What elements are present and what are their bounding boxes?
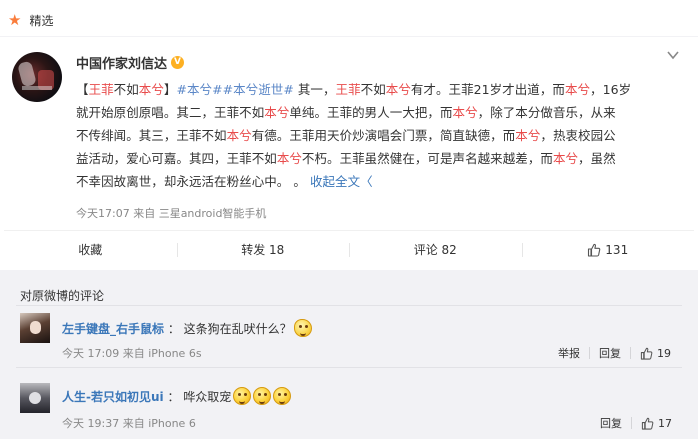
post-text-segment: 【 <box>76 82 89 97</box>
post-text-segment: ，热衷校园公 <box>540 128 616 143</box>
verified-badge-icon: V <box>171 56 185 69</box>
post-text-segment: 不如 <box>360 82 386 97</box>
emoji-icon <box>253 387 272 405</box>
thumb-up-icon <box>640 347 653 360</box>
comment-text: 这条狗在乱吠什么？ <box>183 321 292 336</box>
highlighted-keyword: 王菲 <box>88 82 114 97</box>
post-text-segment: ，16岁 <box>590 82 632 97</box>
weibo-post-card: ★ 精选 中国作家刘信达 V 【王菲不如本兮】#本兮##本兮逝世# 其一，王菲不… <box>0 0 698 270</box>
highlighted-keyword: 本兮 <box>452 105 478 120</box>
post-text-segment: 益活动，爱心可嘉。其四，王菲不如 <box>76 151 277 166</box>
featured-header: ★ 精选 <box>8 8 688 32</box>
comment-like-count: 17 <box>658 416 672 430</box>
post-text-line: 就开始原创原唱。其二，王菲不如本兮单纯。王菲的男人一大把，而本兮，除了本分做音乐… <box>76 101 680 124</box>
comment-label: 评论 82 <box>413 242 457 257</box>
like-button[interactable]: 131 <box>521 241 695 259</box>
comment-like-button[interactable]: 19 <box>640 347 671 360</box>
reply-button[interactable]: 回复 <box>599 345 621 361</box>
report-button[interactable]: 举报 <box>558 345 580 361</box>
post-meta: 今天17:07 来自 三星android智能手机 <box>76 207 267 220</box>
favorite-label: 收藏 <box>78 242 103 257</box>
highlighted-keyword: 本兮 <box>138 82 164 97</box>
commenter-avatar[interactable] <box>20 383 50 413</box>
reply-button[interactable]: 回复 <box>600 415 622 431</box>
highlighted-keyword: 本兮 <box>276 151 302 166</box>
post-text-segment: 不如 <box>113 82 139 97</box>
author-name[interactable]: 中国作家刘信达 <box>76 53 167 72</box>
post-actions-bar: 收藏 转发 18 评论 82 131 <box>4 230 694 268</box>
like-count: 131 <box>605 242 629 257</box>
comment-meta: 今天 19:37 来自 iPhone 6 <box>62 417 196 430</box>
comment-like-count: 19 <box>657 346 671 360</box>
thumb-up-icon <box>588 243 601 257</box>
highlighted-keyword: 本兮 <box>564 82 591 97</box>
header-divider <box>0 36 698 37</box>
highlighted-keyword: 王菲 <box>335 82 361 97</box>
author-avatar[interactable] <box>12 52 62 102</box>
post-text-segment: 有才。王菲21岁才出道，而 <box>410 82 565 97</box>
comment-line: 左手键盘_右手鼠标 ： 这条狗在乱吠什么？ <box>62 319 312 337</box>
comment-divider <box>16 367 682 368</box>
collapse-text-link[interactable]: 收起全文 <box>310 174 360 189</box>
comment-text: 哗众取宠 <box>183 389 232 404</box>
post-text-segment: 】 <box>163 82 177 97</box>
comments-title: 对原微博的评论 <box>20 289 105 303</box>
comment-username[interactable]: 左手键盘_右手鼠标 <box>62 320 164 337</box>
post-text-segment: ，除了本分做音乐，从来 <box>477 105 616 120</box>
featured-label: 精选 <box>29 13 54 28</box>
post-text-segment: 有德。王菲用天价炒演唱会门票，简直缺德，而 <box>251 128 516 143</box>
author-row: 中国作家刘信达 V <box>76 53 185 72</box>
post-text-line: 【王菲不如本兮】#本兮##本兮逝世# 其一，王菲不如本兮有才。王菲21岁才出道，… <box>76 78 680 101</box>
post-text-segment: 不传绯闻。其三，王菲不如 <box>76 128 227 143</box>
star-icon: ★ <box>8 10 22 29</box>
favorite-button[interactable]: 收藏 <box>4 241 177 259</box>
comment-button[interactable]: 评论 82 <box>349 241 522 259</box>
collapse-text-link[interactable]: 〈 <box>360 174 373 189</box>
thumb-up-icon <box>641 417 654 430</box>
highlighted-keyword: 本兮 <box>515 128 541 143</box>
comment-actions: 回复 17 <box>600 415 672 431</box>
emoji-icon <box>233 387 252 405</box>
comment-actions: 举报 回复 19 <box>558 345 671 361</box>
comment-like-button[interactable]: 17 <box>641 417 672 430</box>
commenter-avatar[interactable] <box>20 313 50 343</box>
post-text-segment: 不幸因故离世，却永远活在粉丝心中。 。 <box>76 174 310 189</box>
post-text-line: 不幸因故离世，却永远活在粉丝心中。 。 收起全文〈 <box>76 170 680 193</box>
post-text-segment: 其一， <box>293 82 336 97</box>
highlighted-keyword: 本兮 <box>385 82 411 97</box>
repost-label: 转发 18 <box>241 242 285 257</box>
repost-button[interactable]: 转发 18 <box>176 241 350 259</box>
comments-divider <box>16 305 682 306</box>
chevron-down-icon[interactable] <box>666 48 680 62</box>
post-text-line: 益活动，爱心可嘉。其四，王菲不如本兮不朽。王菲虽然健在，可是声名越来越差，而本兮… <box>76 147 680 170</box>
topic-hashtag-link[interactable]: #本兮##本兮逝世# <box>176 82 293 97</box>
post-text-segment: ，虽然 <box>578 151 616 166</box>
emoji-icon <box>273 387 292 405</box>
post-text-segment: 单纯。王菲的男人一大把，而 <box>289 105 453 120</box>
comments-section: 对原微博的评论 左手键盘_右手鼠标 ： 这条狗在乱吠什么？ 今天 17:09 来… <box>0 270 698 439</box>
highlighted-keyword: 本兮 <box>264 105 290 120</box>
post-text-segment: 不朽。王菲虽然健在，可是声名越来越差，而 <box>301 151 553 166</box>
post-text-line: 不传绯闻。其三，王菲不如本兮有德。王菲用天价炒演唱会门票，简直缺德，而本兮，热衷… <box>76 124 680 147</box>
comment-username[interactable]: 人生-若只如初见ui <box>62 388 164 405</box>
comment-meta: 今天 17:09 来自 iPhone 6s <box>62 347 202 360</box>
highlighted-keyword: 本兮 <box>226 128 252 143</box>
post-text: 【王菲不如本兮】#本兮##本兮逝世# 其一，王菲不如本兮有才。王菲21岁才出道，… <box>76 78 680 193</box>
emoji-icon <box>293 319 312 337</box>
comment-line: 人生-若只如初见ui ： 哗众取宠 <box>62 387 292 405</box>
post-text-segment: 就开始原创原唱。其二，王菲不如 <box>76 105 265 120</box>
highlighted-keyword: 本兮 <box>552 151 579 166</box>
